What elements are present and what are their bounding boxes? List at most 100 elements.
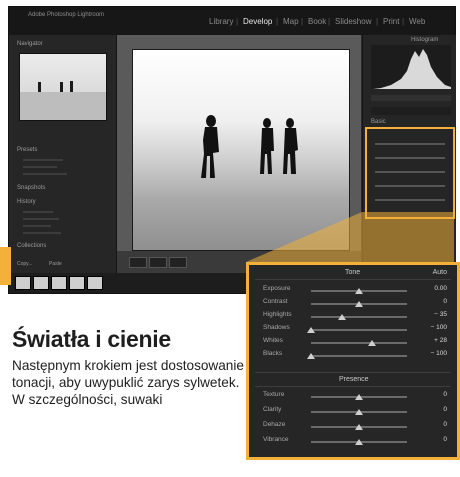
module-bar: Adobe Photoshop Lightroom Library | Deve… <box>9 7 455 35</box>
slider-thumb[interactable] <box>355 424 363 430</box>
module-web[interactable]: Web <box>409 17 425 26</box>
preset-item[interactable] <box>23 166 57 168</box>
zoomed-basic-panel: Tone Auto Exposure 0.00 Contrast 0 Highlight… <box>246 262 460 460</box>
presence-rows: Texture 0 Clarity 0 Dehaze 0 Vibrance 0 <box>249 391 457 455</box>
divider <box>255 386 451 387</box>
photo-figures <box>201 115 298 178</box>
slider-thumb[interactable] <box>307 327 315 333</box>
slider-value[interactable]: 0 <box>443 298 447 305</box>
module-slideshow[interactable]: Slideshow <box>335 17 371 26</box>
slider-value[interactable]: 0 <box>443 436 447 443</box>
slider-thumb[interactable] <box>355 301 363 307</box>
slider-track[interactable] <box>311 316 407 318</box>
divider <box>255 372 451 373</box>
filmstrip-thumb[interactable] <box>15 276 31 290</box>
slider-value[interactable]: + 28 <box>434 337 447 344</box>
filmstrip-thumb[interactable] <box>33 276 49 290</box>
histogram <box>371 45 451 89</box>
history-item[interactable] <box>23 218 59 220</box>
module-develop[interactable]: Develop <box>243 17 272 26</box>
presence-label: Presence <box>339 376 369 383</box>
copy-button[interactable]: Copy... <box>17 261 32 267</box>
history-item[interactable] <box>23 211 53 213</box>
app-title: Adobe Photoshop Lightroom <box>28 12 105 18</box>
slider-label: Exposure <box>263 285 291 292</box>
slider-thumb[interactable] <box>355 288 363 294</box>
preset-item[interactable] <box>23 159 63 161</box>
module-separator: | <box>376 17 379 26</box>
slider-thumb[interactable] <box>355 439 363 445</box>
filmstrip-thumb[interactable] <box>51 276 67 290</box>
right-panel: Histogram Basic <box>362 35 456 273</box>
module-separator: | <box>301 17 304 26</box>
basic-panel-highlight <box>365 127 455 219</box>
module-book[interactable]: Book <box>308 17 326 26</box>
slider-label: Clarity <box>263 406 282 413</box>
slider-track[interactable] <box>375 199 445 201</box>
slider-thumb[interactable] <box>337 314 346 320</box>
before-after-button[interactable] <box>169 257 187 268</box>
module-print[interactable]: Print <box>383 17 399 26</box>
filmstrip-thumb[interactable] <box>69 276 85 290</box>
slider-value[interactable]: 0 <box>443 421 447 428</box>
main-photo[interactable] <box>132 49 350 251</box>
image-area <box>117 35 361 273</box>
tool-strip[interactable] <box>371 95 451 101</box>
slider-label: Highlights <box>263 311 292 318</box>
module-separator: | <box>276 17 279 26</box>
slider-label: Shadows <box>263 324 290 331</box>
navigator-preview[interactable] <box>19 53 107 121</box>
slider-value[interactable]: − 100 <box>431 350 447 357</box>
article-body: Następnym krokiem jest dostosowanie tona… <box>12 358 244 407</box>
histogram-title[interactable]: Histogram <box>411 37 438 43</box>
histogram-graph <box>373 49 451 89</box>
loupe-view-button[interactable] <box>129 257 147 268</box>
navigator-image <box>20 81 106 120</box>
slider-value[interactable]: − 100 <box>431 324 447 331</box>
collections-title[interactable]: Collections <box>17 243 46 249</box>
treatment-selector[interactable] <box>371 107 451 115</box>
tone-rows: Exposure 0.00 Contrast 0 Highlights − 35 Shado… <box>249 285 457 365</box>
module-map[interactable]: Map <box>283 17 299 26</box>
slider-label: Contrast <box>263 298 288 305</box>
slider-thumb[interactable] <box>355 394 363 400</box>
presets-title[interactable]: Presets <box>17 147 37 153</box>
slider-value[interactable]: 0.00 <box>434 285 447 292</box>
slider-label: Vibrance <box>263 436 289 443</box>
module-separator: | <box>402 17 405 26</box>
slider-track[interactable] <box>375 143 445 145</box>
history-title[interactable]: History <box>17 199 36 205</box>
slider-track[interactable] <box>311 355 407 357</box>
slider-label: Blacks <box>263 350 283 357</box>
history-item[interactable] <box>23 232 61 234</box>
slider-track[interactable] <box>375 171 445 173</box>
divider <box>255 279 451 280</box>
slider-track[interactable] <box>375 157 445 159</box>
slider-value[interactable]: − 35 <box>434 311 447 318</box>
slider-thumb[interactable] <box>368 340 377 346</box>
slider-label: Texture <box>263 391 285 398</box>
slider-track[interactable] <box>375 185 445 187</box>
slider-thumb[interactable] <box>307 353 315 359</box>
slider-label: Dehaze <box>263 421 286 428</box>
tone-label: Tone <box>345 269 361 276</box>
slider-track[interactable] <box>311 342 407 344</box>
history-item[interactable] <box>23 225 51 227</box>
auto-button[interactable]: Auto <box>433 269 447 276</box>
module-separator: | <box>236 17 239 26</box>
basic-title[interactable]: Basic <box>371 119 386 125</box>
navigator-title[interactable]: Navigator <box>17 41 43 47</box>
left-panel: Navigator Presets Snapshots History Coll… <box>9 35 117 273</box>
module-library[interactable]: Library <box>209 17 233 26</box>
snapshots-title[interactable]: Snapshots <box>17 185 45 191</box>
module-separator: | <box>328 17 331 26</box>
slider-value[interactable]: 0 <box>443 406 447 413</box>
compare-view-button[interactable] <box>149 257 167 268</box>
slider-value[interactable]: 0 <box>443 391 447 398</box>
lightroom-window: Adobe Photoshop Lightroom Library | Deve… <box>8 6 456 294</box>
preset-item[interactable] <box>23 173 67 175</box>
slider-thumb[interactable] <box>355 409 363 415</box>
slider-track[interactable] <box>311 329 407 331</box>
paste-button[interactable]: Paste <box>49 261 62 267</box>
filmstrip-thumb[interactable] <box>87 276 103 290</box>
